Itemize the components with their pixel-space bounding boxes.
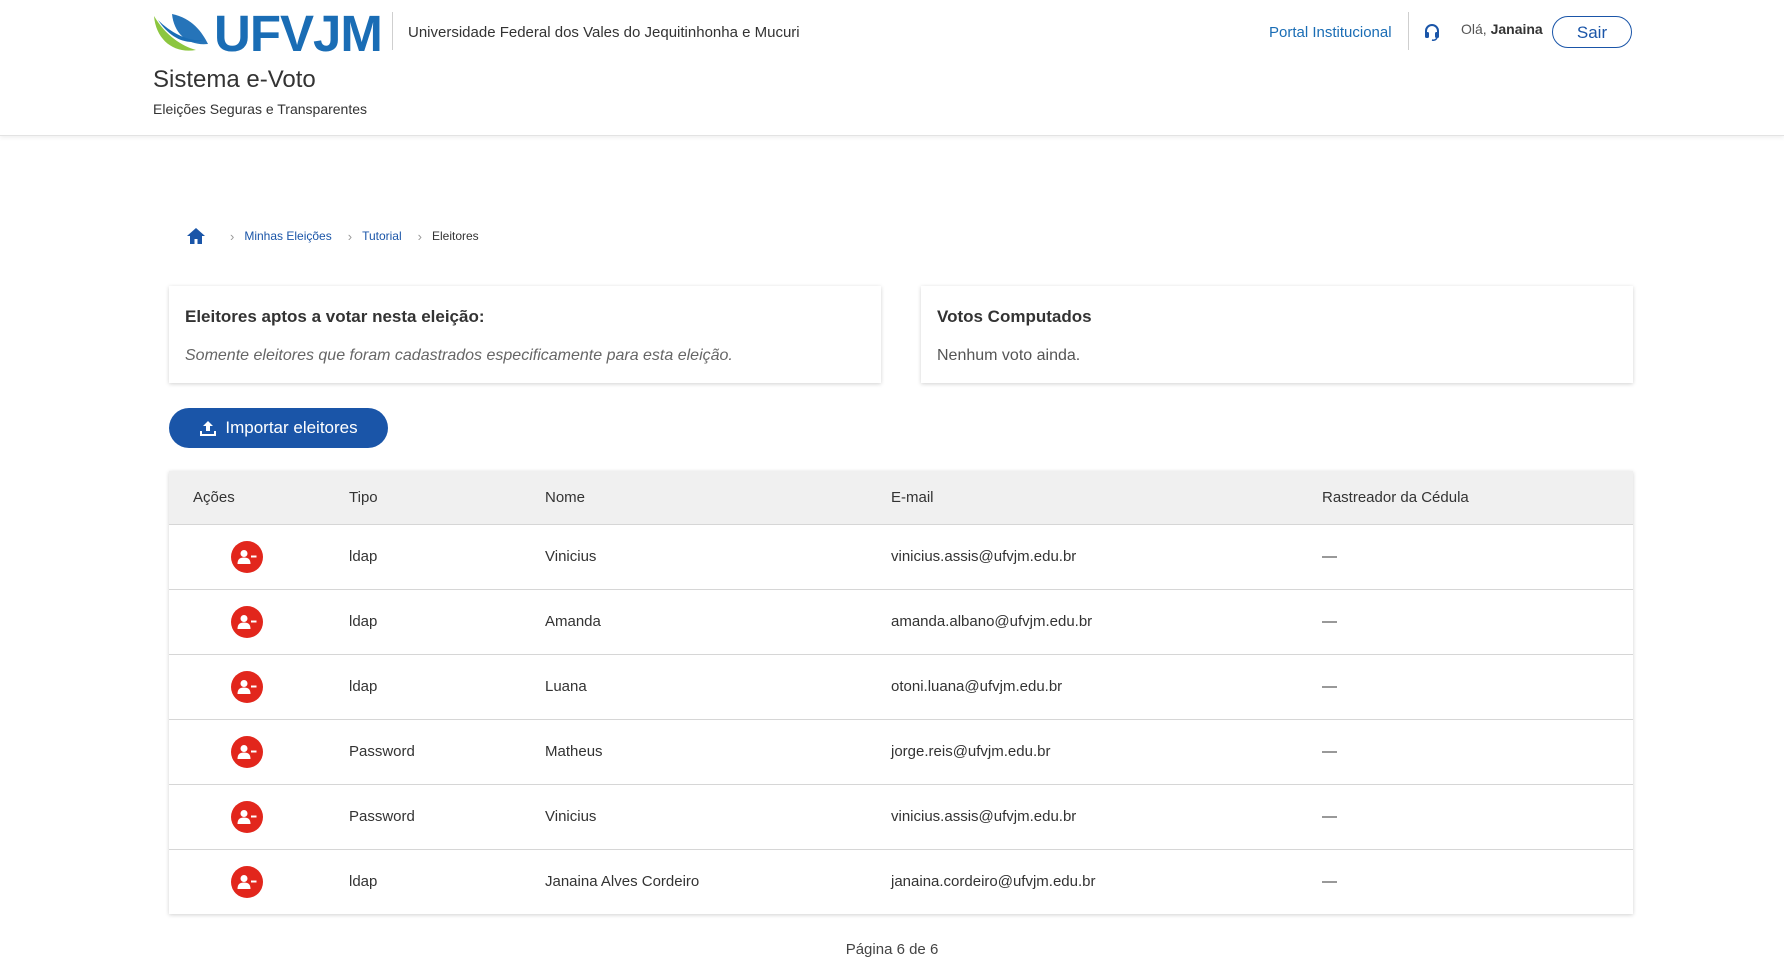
- cell-tipo: ldap: [349, 678, 378, 695]
- column-header-tipo[interactable]: Tipo: [349, 471, 545, 524]
- card-text: Somente eleitores que foram cadastrados …: [185, 347, 733, 364]
- chevron-right-icon: ›: [347, 228, 353, 244]
- remove-user-icon: [237, 614, 257, 629]
- cell-tipo: ldap: [349, 613, 378, 630]
- system-title: Sistema e-Voto: [153, 66, 316, 93]
- remove-user-icon: [237, 549, 257, 564]
- cell-rastreador: —: [1322, 873, 1337, 891]
- cell-nome: Janaina Alves Cordeiro: [545, 873, 700, 891]
- table-row: Password Vinicius vinicius.assis@ufvjm.edu…: [169, 784, 1633, 849]
- card-title: Eleitores aptos a votar nesta eleição:: [185, 307, 485, 326]
- cell-email: janaina.cordeiro@ufvjm.edu.br: [891, 873, 1096, 891]
- card-title: Votos Computados: [937, 307, 1092, 326]
- greeting-text: Olá,: [1461, 21, 1487, 37]
- home-icon[interactable]: [186, 227, 206, 245]
- actions-cell: [169, 719, 349, 784]
- actions-cell: [169, 849, 349, 914]
- remove-voter-button[interactable]: [231, 670, 263, 703]
- remove-user-icon: [237, 744, 257, 759]
- cell-rastreador: —: [1322, 808, 1337, 825]
- remove-voter-button[interactable]: [231, 865, 263, 898]
- remove-user-icon: [237, 679, 257, 694]
- remove-voter-button[interactable]: [231, 605, 263, 638]
- remove-voter-button[interactable]: [231, 800, 263, 833]
- cell-tipo: ldap: [349, 548, 378, 565]
- pagination-info: Página 6 de 6: [845, 941, 939, 958]
- card-text: Nenhum voto ainda.: [937, 347, 1081, 364]
- table-header-row: Ações Tipo Nome E-mail Rastreador da Céd…: [169, 471, 1633, 524]
- actions-cell: [169, 589, 349, 654]
- cell-rastreador: —: [1322, 613, 1337, 630]
- cell-email: jorge.reis@ufvjm.edu.br: [891, 743, 1051, 760]
- cell-rastreador: —: [1322, 743, 1337, 760]
- cell-tipo: Password: [349, 743, 415, 760]
- table-row: ldap Vinicius vinicius.assis@ufvjm.edu.br —: [169, 524, 1633, 589]
- remove-voter-button[interactable]: [231, 540, 263, 573]
- leaf-icon: [154, 14, 208, 51]
- portal-institucional-link[interactable]: Portal Institucional: [1269, 24, 1392, 41]
- cell-nome: Vinicius: [545, 548, 597, 565]
- cell-rastreador: —: [1322, 548, 1337, 565]
- chevron-right-icon: ›: [230, 228, 235, 244]
- breadcrumb-tutorial[interactable]: Tutorial: [362, 229, 402, 243]
- system-subtitle: Eleições Seguras e Transparentes: [153, 101, 368, 117]
- cell-rastreador: —: [1322, 678, 1337, 695]
- votes-computed-card: Votos Computados Nenhum voto ainda.: [921, 286, 1633, 383]
- actions-cell: [169, 784, 349, 849]
- cell-nome: Matheus: [545, 743, 603, 760]
- remove-user-icon: [237, 874, 257, 889]
- logo-text: UFVJM: [214, 5, 383, 62]
- column-header-nome[interactable]: Nome: [545, 471, 891, 524]
- breadcrumb: › Minhas Eleições › Tutorial › Eleitores: [186, 226, 479, 246]
- column-header-email[interactable]: E-mail: [891, 471, 1322, 524]
- cell-tipo: Password: [349, 808, 415, 825]
- cell-email: vinicius.assis@ufvjm.edu.br: [891, 808, 1077, 825]
- upload-icon: [200, 421, 217, 436]
- eligible-voters-card: Eleitores aptos a votar nesta eleição: S…: [169, 286, 881, 383]
- breadcrumb-current: Eleitores: [431, 229, 479, 243]
- cell-nome: Vinicius: [545, 808, 597, 825]
- table-row: Password Matheus jorge.reis@ufvjm.edu.br —: [169, 719, 1633, 784]
- site-header: UFVJM Universidade Federal dos Vales do …: [0, 0, 1784, 136]
- remove-user-icon: [237, 809, 257, 824]
- header-divider-right: [1408, 12, 1409, 50]
- column-header-acoes[interactable]: Ações: [169, 471, 349, 524]
- user-greeting: Olá, Janaina: [1461, 21, 1543, 37]
- actions-cell: [169, 524, 349, 589]
- remove-voter-button[interactable]: [231, 735, 263, 768]
- ufvjm-logo[interactable]: UFVJM: [152, 6, 383, 62]
- logout-button[interactable]: Sair: [1552, 16, 1632, 48]
- header-divider: [392, 12, 393, 50]
- table-row: ldap Janaina Alves Cordeiro janaina.cordei…: [169, 849, 1633, 914]
- breadcrumb-minhas-eleicoes[interactable]: Minhas Eleições: [244, 229, 331, 243]
- import-voters-label: Importar eleitores: [225, 418, 358, 437]
- university-name: Universidade Federal dos Vales do Jequit…: [408, 24, 800, 41]
- cell-nome: Amanda: [545, 613, 601, 630]
- cell-email: amanda.albano@ufvjm.edu.br: [891, 613, 1093, 630]
- voters-table: Ações Tipo Nome E-mail Rastreador da Céd…: [169, 471, 1633, 914]
- table-row: ldap Luana otoni.luana@ufvjm.edu.br —: [169, 654, 1633, 719]
- headset-icon[interactable]: [1422, 22, 1442, 42]
- chevron-right-icon: ›: [417, 228, 422, 244]
- import-voters-button[interactable]: Importar eleitores: [169, 408, 388, 448]
- column-header-rastreador[interactable]: Rastreador da Cédula: [1322, 471, 1633, 524]
- cell-email: otoni.luana@ufvjm.edu.br: [891, 678, 1063, 695]
- actions-cell: [169, 654, 349, 719]
- cell-email: vinicius.assis@ufvjm.edu.br: [891, 548, 1077, 565]
- cell-tipo: ldap: [349, 873, 378, 891]
- cell-nome: Luana: [545, 678, 587, 695]
- user-name: Janaina: [1490, 21, 1543, 37]
- table-row: ldap Amanda amanda.albano@ufvjm.edu.br —: [169, 589, 1633, 654]
